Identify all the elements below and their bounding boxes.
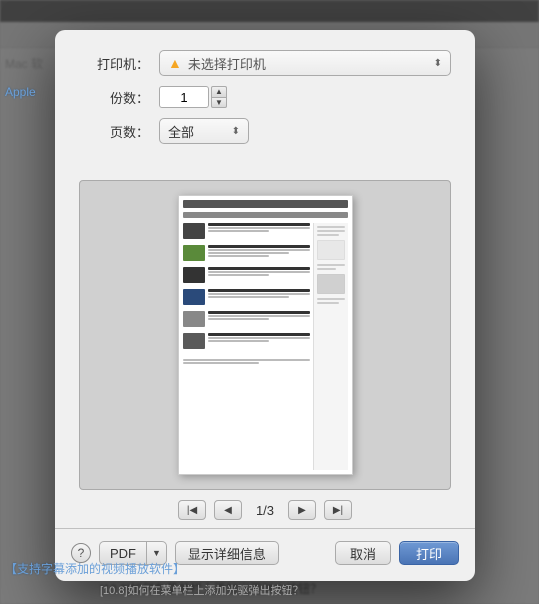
- page-preview-content: [178, 195, 353, 475]
- preview-main: [183, 223, 310, 470]
- bg-bottom-link2: [10.8]如何在菜单栏上添加光驱弹出按钮？: [100, 582, 304, 598]
- copies-input-wrapper: ▲ ▼: [159, 86, 227, 108]
- show-details-button[interactable]: 显示详细信息: [175, 541, 279, 565]
- page-indicator: 1/3: [250, 503, 280, 518]
- printer-select-text: 未选择打印机: [188, 54, 434, 73]
- printer-dropdown-arrow: ⬍: [434, 58, 442, 69]
- cancel-button[interactable]: 取消: [335, 541, 391, 565]
- copies-increment[interactable]: ▲: [211, 86, 227, 97]
- pages-row: 页数： 全部 ⬍: [79, 118, 451, 144]
- bg-apple-link: Apple: [5, 85, 36, 99]
- preview-header: [183, 200, 348, 208]
- preview-nav: [183, 212, 348, 218]
- page-navigation: |◀ ◀ 1/3 ▶ ▶|: [55, 500, 475, 520]
- print-preview: [79, 180, 451, 490]
- copies-stepper: ▲ ▼: [211, 86, 227, 108]
- copies-row: 份数： ▲ ▼: [79, 86, 451, 108]
- next-page-button[interactable]: ▶: [288, 500, 316, 520]
- warning-icon: ▲: [168, 55, 182, 71]
- pages-selector[interactable]: 全部 ⬍: [159, 118, 249, 144]
- print-button[interactable]: 打印: [399, 541, 459, 565]
- bg-bottom-link1: 【支持字幕添加的视频播放软件】: [5, 560, 185, 577]
- printer-row: 打印机： ▲ 未选择打印机 ⬍: [79, 50, 451, 76]
- copies-input[interactable]: [159, 86, 209, 108]
- first-page-button[interactable]: |◀: [178, 500, 206, 520]
- pages-dropdown-arrow: ⬍: [232, 126, 240, 137]
- preview-sidebar: [313, 223, 348, 470]
- pages-label: 页数：: [79, 122, 149, 141]
- pages-select-text: 全部: [168, 122, 232, 141]
- copies-label: 份数：: [79, 88, 149, 107]
- prev-page-button[interactable]: ◀: [214, 500, 242, 520]
- printer-label: 打印机：: [79, 54, 149, 73]
- last-page-button[interactable]: ▶|: [324, 500, 352, 520]
- dialog-divider: [55, 528, 475, 529]
- printer-selector[interactable]: ▲ 未选择打印机 ⬍: [159, 50, 451, 76]
- print-dialog: 打印机： ▲ 未选择打印机 ⬍ 份数： ▲ ▼ 页数： 全部 ⬍: [55, 30, 475, 581]
- copies-decrement[interactable]: ▼: [211, 97, 227, 108]
